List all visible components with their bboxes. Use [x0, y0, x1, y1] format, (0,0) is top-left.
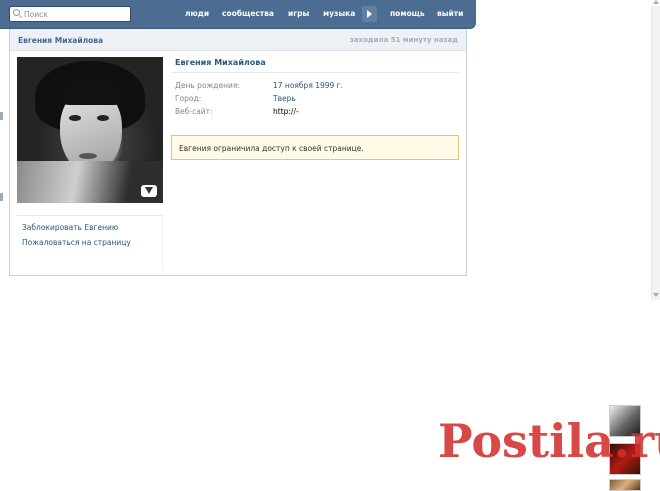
search-box[interactable] [9, 6, 131, 22]
header-name: Евгения Михайлова [18, 36, 104, 45]
report-page-link[interactable]: Пожаловаться на страницу [22, 238, 131, 247]
photo-shoulder [17, 161, 163, 203]
profile-header: Евгения Михайлова заходила 51 минуту наз… [10, 29, 466, 51]
friend-thumbnail[interactable] [609, 479, 641, 491]
divider [171, 72, 459, 73]
scroll-track[interactable] [651, 6, 660, 300]
profile-card: Евгения Михайлова заходила 51 минуту наз… [9, 29, 467, 276]
divider [17, 215, 163, 216]
nav-people-link[interactable]: люди [185, 9, 209, 18]
photo-bangs [57, 79, 127, 105]
music-play-icon[interactable] [362, 6, 377, 22]
left-edge-marker [0, 193, 3, 201]
website-label: Веб-сайт: [175, 107, 213, 116]
photo-eye [69, 115, 81, 121]
city-value-link[interactable]: Тверь [273, 94, 296, 103]
page-scrollbar[interactable] [651, 0, 660, 300]
nav-music-link[interactable]: музыка [323, 9, 355, 18]
birthday-value-link[interactable]: 17 ноября 1999 г. [273, 81, 343, 90]
photo-lips [79, 153, 97, 159]
nav-help-link[interactable]: помощь [390, 9, 425, 18]
block-user-link[interactable]: Заблокировать Евгению [22, 223, 118, 232]
profile-photo[interactable] [17, 57, 163, 203]
photo-logo-icon [141, 185, 157, 197]
divider [162, 215, 163, 269]
postila-watermark: Postila.ru [438, 414, 660, 468]
website-value-link[interactable]: http://- [273, 107, 299, 116]
scroll-down-icon[interactable] [653, 293, 659, 297]
nav-games-link[interactable]: игры [288, 9, 309, 18]
top-navigation-bar: люди сообщества игры музыка помощь выйти [0, 0, 476, 29]
search-icon [13, 9, 20, 16]
nav-communities-link[interactable]: сообщества [222, 9, 274, 18]
scroll-up-icon[interactable] [653, 0, 659, 4]
restricted-access-notice: Евгения ограничила доступ к своей страни… [171, 135, 459, 160]
nav-logout-link[interactable]: выйти [437, 9, 463, 18]
city-label: Город: [175, 94, 202, 103]
last-seen-status: заходила 51 минуту назад [349, 36, 458, 44]
search-input[interactable] [24, 7, 124, 21]
birthday-label: День рождения: [175, 81, 240, 90]
notice-text: Евгения ограничила доступ к своей страни… [179, 144, 364, 153]
profile-name: Евгения Михайлова [175, 58, 266, 67]
left-edge-marker [0, 112, 3, 120]
photo-eye [97, 115, 109, 121]
